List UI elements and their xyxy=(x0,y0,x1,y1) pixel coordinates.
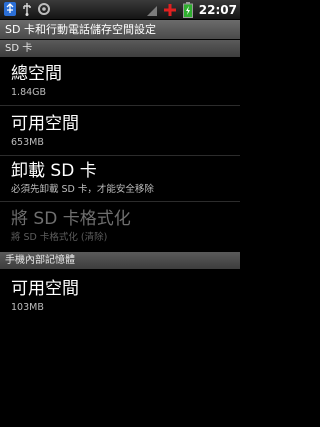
format-sd-card-item: 將 SD 卡格式化 將 SD 卡格式化 (清除) xyxy=(0,209,240,244)
alert-icon xyxy=(163,2,177,18)
divider xyxy=(0,155,240,156)
battery-charging-icon xyxy=(181,1,195,18)
clock: 22:07 xyxy=(198,2,237,17)
signal-icon xyxy=(145,2,159,18)
divider xyxy=(0,201,240,202)
divider xyxy=(0,105,240,106)
item-value: 653MB xyxy=(11,137,44,148)
item-title: 可用空間 xyxy=(11,114,79,134)
item-summary: 將 SD 卡格式化 (清除) xyxy=(11,232,108,243)
section-header-sd-card: SD 卡 xyxy=(0,40,240,57)
item-value: 1.84GB xyxy=(11,87,47,98)
item-value: 103MB xyxy=(11,302,44,313)
page-title: SD 卡和行動電話儲存空間設定 xyxy=(0,20,240,39)
item-summary: 必須先卸載 SD 卡，才能安全移除 xyxy=(11,184,154,195)
item-title: 總空間 xyxy=(11,64,62,84)
item-title: 將 SD 卡格式化 xyxy=(11,209,131,229)
usb-debug-icon xyxy=(20,1,34,17)
status-bar: 22:07 xyxy=(0,0,240,20)
usb-icon xyxy=(3,1,17,17)
item-title: 卸載 SD 卡 xyxy=(11,161,97,181)
sd-total-space-item: 總空間 1.84GB xyxy=(0,64,240,99)
android-debug-icon xyxy=(37,1,51,17)
sd-available-space-item: 可用空間 653MB xyxy=(0,114,240,149)
section-header-internal-storage: 手機內部記憶體 xyxy=(0,252,240,269)
internal-available-space-item: 可用空間 103MB xyxy=(0,279,240,314)
notification-icons xyxy=(3,1,51,17)
item-title: 可用空間 xyxy=(11,279,79,299)
unmount-sd-card-item[interactable]: 卸載 SD 卡 必須先卸載 SD 卡，才能安全移除 xyxy=(0,161,240,196)
